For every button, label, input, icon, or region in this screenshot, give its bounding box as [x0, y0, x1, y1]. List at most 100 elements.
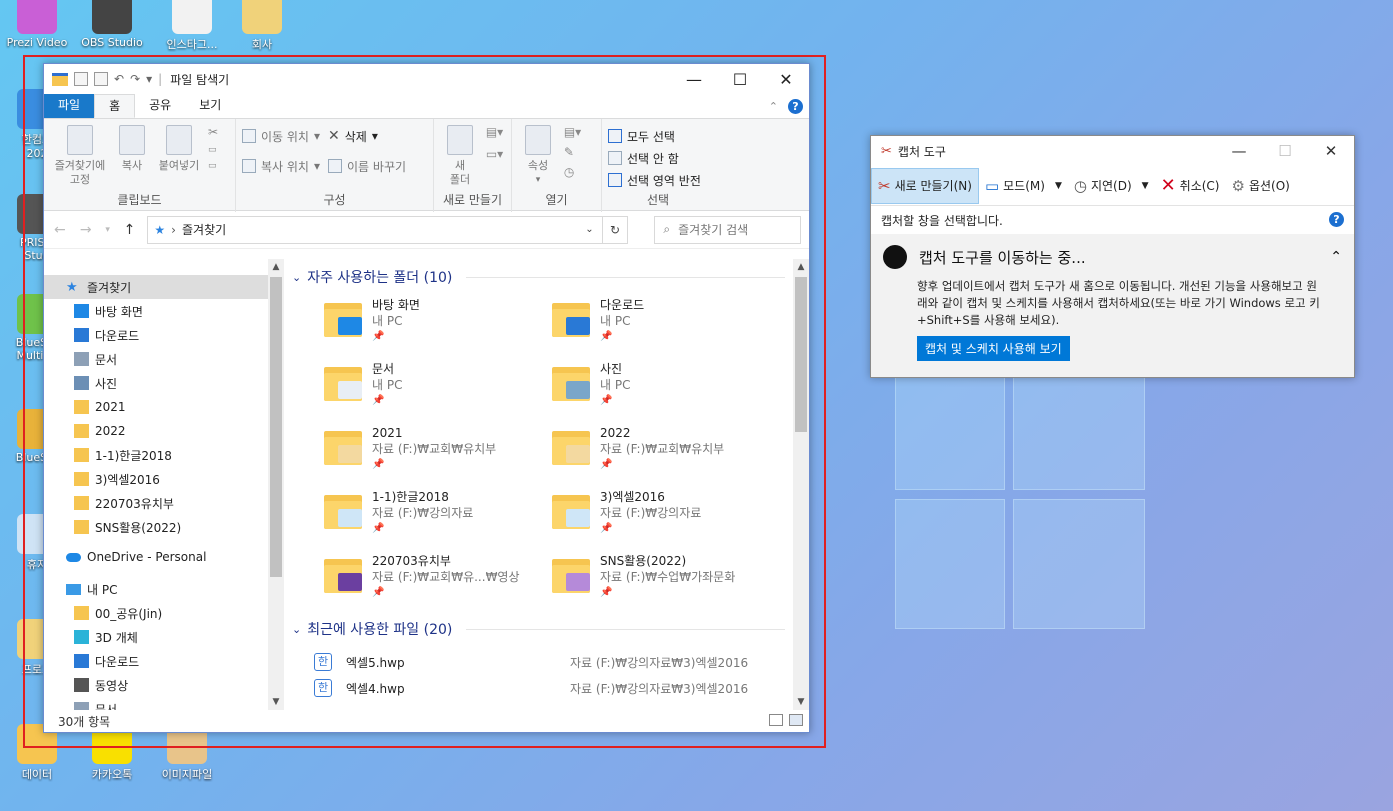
- chevron-down-icon[interactable]: ▾: [146, 72, 152, 86]
- scroll-up-arrow-icon[interactable]: ▲: [268, 259, 284, 275]
- rename-button[interactable]: 이름 바꾸기: [328, 155, 406, 177]
- desktop-icon[interactable]: 회사: [225, 0, 299, 52]
- nav-item-this-pc[interactable]: 내 PC: [44, 577, 284, 601]
- scroll-up-arrow-icon[interactable]: ▲: [793, 259, 809, 275]
- recent-file-row[interactable]: 한 엑셀4.hwp 자료 (F:)₩강의자료₩3)엑셀2016: [314, 675, 809, 701]
- address-path[interactable]: 즐겨찾기: [182, 221, 226, 238]
- snip-tool-button[interactable]: ✂ 새로 만들기(N): [871, 167, 979, 204]
- nav-item[interactable]: 1-1)한글2018: [44, 443, 284, 467]
- paste-button[interactable]: 붙여넣기: [154, 125, 204, 173]
- details-view-icon[interactable]: [769, 714, 783, 726]
- snipping-tool-window[interactable]: ✂ 캡처 도구 — ☐ ✕ ✂ 새로 만들기(N) ▭ 모드(M) ▼ ◷ 지연(D) ▼ ✕ 취…: [870, 135, 1355, 378]
- collapse-chevron-icon[interactable]: ⌃: [1330, 249, 1342, 265]
- copy-to-button[interactable]: 복사 위치 ▾: [242, 155, 320, 177]
- select-none-button[interactable]: 선택 안 함: [608, 147, 708, 169]
- cut-icon[interactable]: ✂: [208, 125, 218, 139]
- minimize-button[interactable]: —: [671, 64, 717, 94]
- desktop-icon[interactable]: OBS Studio: [75, 0, 149, 49]
- address-dropdown-icon[interactable]: ⌄: [585, 224, 593, 235]
- folder-tile[interactable]: 사진 내 PC 📌: [548, 359, 776, 409]
- snip-tool-button[interactable]: ▭ 모드(M) ▼: [979, 168, 1068, 204]
- snip-tool-button[interactable]: ◷ 지연(D) ▼: [1068, 168, 1155, 204]
- content-scrollbar[interactable]: ▲ ▼: [793, 259, 809, 710]
- back-arrow-icon[interactable]: ←: [52, 222, 68, 238]
- title-bar[interactable]: ↶ ↷ ▾ | 파일 탐색기 — ☐ ✕: [44, 64, 809, 94]
- large-icons-view-icon[interactable]: [789, 714, 803, 726]
- redo-icon[interactable]: ↷: [130, 72, 140, 86]
- history-icon[interactable]: ◷: [564, 165, 581, 179]
- desktop-icon[interactable]: Prezi Video: [0, 0, 74, 49]
- nav-item[interactable]: 2021📌: [44, 395, 284, 419]
- nav-item[interactable]: 문서: [44, 697, 284, 710]
- scrollbar-thumb[interactable]: [270, 277, 282, 577]
- new-folder-icon[interactable]: [94, 72, 108, 86]
- copy-path-icon[interactable]: ▭: [208, 145, 218, 155]
- tab-0[interactable]: 파일: [44, 94, 95, 118]
- nav-item[interactable]: 00_공유(Jin): [44, 601, 284, 625]
- nav-item[interactable]: 사진📌: [44, 371, 284, 395]
- move-to-button[interactable]: 이동 위치 ▾: [242, 125, 320, 147]
- chevron-down-icon[interactable]: ▼: [1142, 181, 1149, 191]
- refresh-button[interactable]: ↻: [602, 215, 629, 244]
- nav-item[interactable]: 220703유치부: [44, 491, 284, 515]
- folder-tile[interactable]: 다운로드 내 PC 📌: [548, 295, 776, 345]
- tab-2[interactable]: 공유: [135, 94, 185, 118]
- new-folder-button[interactable]: 새 폴더: [440, 125, 480, 187]
- recent-locations-chevron-icon[interactable]: ▾: [104, 225, 112, 235]
- tab-3[interactable]: 보기: [185, 94, 235, 118]
- copy-button[interactable]: 복사: [110, 125, 154, 173]
- nav-scrollbar[interactable]: ▲ ▼: [268, 259, 284, 710]
- nav-item[interactable]: SNS활용(2022): [44, 515, 284, 539]
- folder-tile[interactable]: 바탕 화면 내 PC 📌: [320, 295, 548, 345]
- select-all-button[interactable]: 모두 선택: [608, 125, 708, 147]
- nav-item[interactable]: 동영상: [44, 673, 284, 697]
- new-item-icon[interactable]: ▤▾: [486, 125, 503, 139]
- nav-item-favorites[interactable]: ★ 즐겨찾기: [44, 275, 284, 299]
- try-snip-sketch-button[interactable]: 캡처 및 스케치 사용해 보기: [917, 336, 1070, 361]
- desktop-icon[interactable]: 인스타그...: [155, 0, 229, 52]
- scrollbar-thumb[interactable]: [795, 277, 807, 432]
- address-bar[interactable]: ★ › 즐겨찾기 ⌄: [147, 215, 603, 244]
- help-icon[interactable]: ?: [1329, 212, 1344, 227]
- up-arrow-icon[interactable]: ↑: [122, 222, 138, 238]
- search-box[interactable]: ⌕ 즐겨찾기 검색: [654, 215, 801, 244]
- minimize-button[interactable]: —: [1216, 136, 1262, 166]
- folder-tile[interactable]: SNS활용(2022) 자료 (F:)₩수업₩가좌문화 📌: [548, 551, 776, 601]
- folder-tile[interactable]: 220703유치부 자료 (F:)₩교회₩유...₩영상 📌: [320, 551, 548, 601]
- help-icon[interactable]: ?: [788, 99, 803, 114]
- nav-item[interactable]: 다운로드📌: [44, 323, 284, 347]
- nav-item[interactable]: 다운로드: [44, 649, 284, 673]
- properties-button[interactable]: 속성 ▾: [518, 125, 558, 187]
- nav-item-onedrive[interactable]: OneDrive - Personal: [44, 545, 284, 569]
- maximize-button[interactable]: ☐: [717, 64, 763, 94]
- delete-button[interactable]: ✕ 삭제 ▾: [328, 125, 406, 147]
- frequent-folders-header[interactable]: ⌄ 자주 사용하는 폴더 (10): [292, 263, 809, 291]
- close-button[interactable]: ✕: [763, 64, 809, 94]
- easy-access-icon[interactable]: ▭▾: [486, 147, 503, 161]
- folder-tile[interactable]: 1-1)한글2018 자료 (F:)₩강의자료 📌: [320, 487, 548, 537]
- invert-selection-button[interactable]: 선택 영역 반전: [608, 169, 708, 191]
- file-explorer-window[interactable]: ↶ ↷ ▾ | 파일 탐색기 — ☐ ✕ 파일 홈 공유 보기 ⌃ ? 즐겨찾기에 고…: [43, 63, 810, 733]
- ribbon-collapse-icon[interactable]: ⌃: [769, 100, 778, 113]
- nav-item[interactable]: 3)엑셀2016: [44, 467, 284, 491]
- nav-item[interactable]: 2022📌: [44, 419, 284, 443]
- recent-files-header[interactable]: ⌄ 최근에 사용한 파일 (20): [292, 615, 809, 643]
- nav-item[interactable]: 문서📌: [44, 347, 284, 371]
- open-icon[interactable]: ▤▾: [564, 125, 581, 139]
- folder-tile[interactable]: 문서 내 PC 📌: [320, 359, 548, 409]
- snip-tool-button[interactable]: ✕ 취소(C): [1155, 168, 1226, 204]
- snip-title-bar[interactable]: ✂ 캡처 도구 — ☐ ✕: [871, 136, 1354, 166]
- folder-tile[interactable]: 2021 자료 (F:)₩교회₩유치부 📌: [320, 423, 548, 473]
- edit-icon[interactable]: ✎: [564, 145, 581, 159]
- undo-icon[interactable]: ↶: [114, 72, 124, 86]
- pin-to-quick-access-button[interactable]: 즐겨찾기에 고정: [50, 125, 110, 187]
- scroll-down-arrow-icon[interactable]: ▼: [793, 694, 809, 710]
- snip-tool-button[interactable]: ⚙ 옵션(O): [1225, 168, 1295, 204]
- nav-item[interactable]: 바탕 화면📌: [44, 299, 284, 323]
- folder-tile[interactable]: 2022 자료 (F:)₩교회₩유치부 📌: [548, 423, 776, 473]
- close-button[interactable]: ✕: [1308, 136, 1354, 166]
- chevron-down-icon[interactable]: ▼: [1055, 181, 1062, 191]
- scroll-down-arrow-icon[interactable]: ▼: [268, 694, 284, 710]
- forward-arrow-icon[interactable]: →: [78, 222, 94, 238]
- folder-tile[interactable]: 3)엑셀2016 자료 (F:)₩강의자료 📌: [548, 487, 776, 537]
